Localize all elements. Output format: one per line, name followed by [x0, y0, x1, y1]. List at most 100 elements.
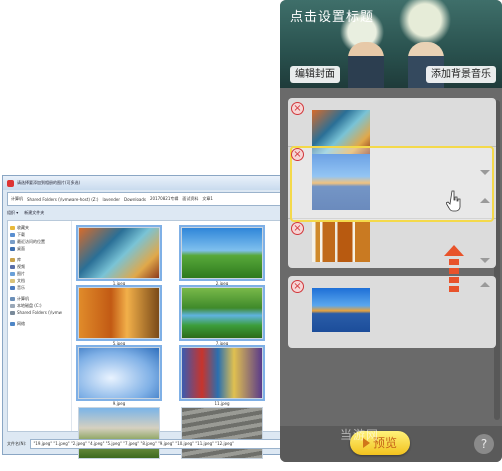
file-name: 5.jpeg — [112, 341, 126, 346]
network-drive-icon — [10, 310, 15, 315]
chevron-down-icon[interactable] — [480, 170, 490, 175]
photo-list: × × × × — [288, 98, 496, 418]
file-name: 1.jpeg — [112, 281, 126, 286]
nav-label: 收藏夹 — [17, 224, 29, 230]
breadcrumb-item[interactable]: 文章1 — [202, 196, 213, 202]
nav-videos[interactable]: 视频 — [10, 263, 69, 270]
dialog-toolbar: 组织 ▾ 新建文件夹 — [7, 208, 297, 218]
document-icon — [10, 278, 15, 283]
music-icon — [10, 285, 15, 290]
nav-label: 图片 — [17, 270, 25, 276]
photo-slot[interactable] — [312, 222, 370, 262]
file-thumbnail[interactable]: 7.jpeg — [179, 285, 265, 351]
navigation-pane: 收藏夹 下载 最近访问的位置 桌面 库 视频 图片 文档 音乐 计算机 本地磁盘… — [8, 221, 72, 431]
album-editor-panel: 点击设置标题 编辑封面 添加背景音乐 × × × × 预览 ? — [280, 0, 502, 462]
nav-music[interactable]: 音乐 — [10, 284, 69, 291]
breadcrumb-item[interactable]: lavender — [102, 197, 120, 202]
file-thumbnail[interactable]: 5.jpeg — [76, 285, 162, 351]
add-music-button[interactable]: 添加背景音乐 — [426, 66, 496, 83]
album-title[interactable]: 点击设置标题 — [290, 6, 374, 25]
picture-icon — [10, 271, 15, 276]
thumbnail-image — [179, 225, 265, 281]
nav-desktop[interactable]: 桌面 — [10, 245, 69, 252]
file-thumbnail[interactable]: 1.jpeg — [76, 225, 162, 291]
file-name: 7.jpeg — [215, 341, 229, 346]
video-icon — [10, 264, 15, 269]
watermark-text: 当游网 — [340, 428, 380, 442]
file-thumbnail[interactable]: 2.jpeg — [179, 225, 265, 291]
remove-photo-icon[interactable]: × — [291, 222, 304, 235]
nav-label: 最近访问的位置 — [17, 238, 45, 244]
thumbnail-image — [181, 407, 263, 459]
nav-downloads[interactable]: 下载 — [10, 231, 69, 238]
thumbnail-image — [78, 407, 160, 459]
photo-slot[interactable] — [312, 288, 370, 332]
breadcrumb-item[interactable]: Shared Folders (\\vmware-host) (Z:) — [27, 197, 98, 202]
file-name: 9.jpeg — [112, 401, 126, 406]
dialog-body: 收藏夹 下载 最近访问的位置 桌面 库 视频 图片 文档 音乐 计算机 本地磁盘… — [7, 220, 297, 459]
nav-recent[interactable]: 最近访问的位置 — [10, 238, 69, 245]
cover-person — [348, 42, 384, 88]
library-icon — [10, 257, 15, 262]
nav-libraries[interactable]: 库 — [10, 256, 69, 263]
file-open-dialog: 请选择要添加到相册的图片(可多选) 计算机 Shared Folders (\\… — [2, 175, 302, 459]
nav-label: 库 — [17, 256, 21, 262]
thumbnail-image — [179, 345, 265, 401]
folder-icon — [10, 239, 15, 244]
hand-cursor-icon — [446, 190, 461, 212]
help-icon[interactable]: ? — [474, 434, 494, 454]
organize-button[interactable]: 组织 ▾ — [7, 210, 18, 216]
nav-shared-folders[interactable]: Shared Folders (\\vmw — [10, 309, 69, 316]
nav-label: 计算机 — [17, 295, 29, 301]
address-bar[interactable]: 计算机 Shared Folders (\\vmware-host) (Z:) … — [7, 192, 297, 206]
nav-label: 文档 — [17, 277, 25, 283]
drag-up-arrow-icon — [444, 245, 464, 292]
thumbnail-image — [76, 225, 162, 281]
filename-input[interactable]: "19.jpeg" "1.jpeg" "2.jpeg" "4.jpeg" "5.… — [30, 439, 297, 449]
app-icon — [7, 179, 14, 187]
folder-icon — [10, 232, 15, 237]
nav-label: 本地磁盘 (C:) — [17, 302, 42, 308]
drag-highlight — [290, 146, 494, 222]
nav-documents[interactable]: 文档 — [10, 277, 69, 284]
edit-cover-button[interactable]: 编辑封面 — [290, 66, 340, 83]
dialog-footer: 文件名(N): "19.jpeg" "1.jpeg" "2.jpeg" "4.j… — [7, 438, 297, 450]
computer-icon — [10, 296, 15, 301]
dialog-titlebar: 请选择要添加到相册的图片(可多选) — [3, 176, 301, 190]
nav-label: Shared Folders (\\vmw — [17, 310, 62, 315]
file-name: 2.jpeg — [215, 281, 229, 286]
photo-card-group: × × × — [288, 98, 496, 268]
cover-image: 点击设置标题 编辑封面 添加背景音乐 — [280, 0, 502, 88]
file-thumbnail[interactable]: 11.jpeg — [179, 345, 265, 411]
breadcrumb-item[interactable]: 20170821专辑 — [150, 196, 178, 202]
panel-footer: 预览 ? — [280, 426, 502, 462]
new-folder-button[interactable]: 新建文件夹 — [24, 210, 44, 216]
photo-card: × — [288, 276, 496, 348]
breadcrumb-item[interactable]: Downloads — [124, 197, 146, 202]
nav-pictures[interactable]: 图片 — [10, 270, 69, 277]
nav-favorites[interactable]: 收藏夹 — [10, 224, 69, 231]
chevron-up-icon[interactable] — [480, 198, 490, 203]
nav-label: 网络 — [17, 320, 25, 326]
remove-photo-icon[interactable]: × — [291, 148, 304, 161]
network-icon — [10, 321, 15, 326]
remove-photo-icon[interactable]: × — [291, 102, 304, 115]
nav-computer[interactable]: 计算机 — [10, 295, 69, 302]
nav-local-disk[interactable]: 本地磁盘 (C:) — [10, 302, 69, 309]
chevron-down-icon[interactable] — [480, 258, 490, 263]
thumbnail-image — [179, 285, 265, 341]
chevron-up-icon[interactable] — [480, 282, 490, 287]
file-thumbnail[interactable]: 9.jpeg — [76, 345, 162, 411]
breadcrumb-item[interactable]: 面试资料 — [182, 196, 198, 202]
file-grid: 1.jpeg 2.jpeg 5.jpeg 7.jpeg 9.jpeg 11.jp… — [76, 225, 268, 459]
filename-label: 文件名(N): — [7, 441, 27, 446]
remove-photo-icon[interactable]: × — [291, 280, 304, 293]
nav-network[interactable]: 网络 — [10, 320, 69, 327]
dialog-title: 请选择要添加到相册的图片(可多选) — [17, 180, 81, 185]
thumbnail-image — [76, 285, 162, 341]
nav-label: 桌面 — [17, 245, 25, 251]
file-name: 11.jpeg — [214, 401, 230, 406]
breadcrumb-item[interactable]: 计算机 — [11, 196, 23, 202]
nav-label: 视频 — [17, 263, 25, 269]
nav-label: 音乐 — [17, 284, 25, 290]
